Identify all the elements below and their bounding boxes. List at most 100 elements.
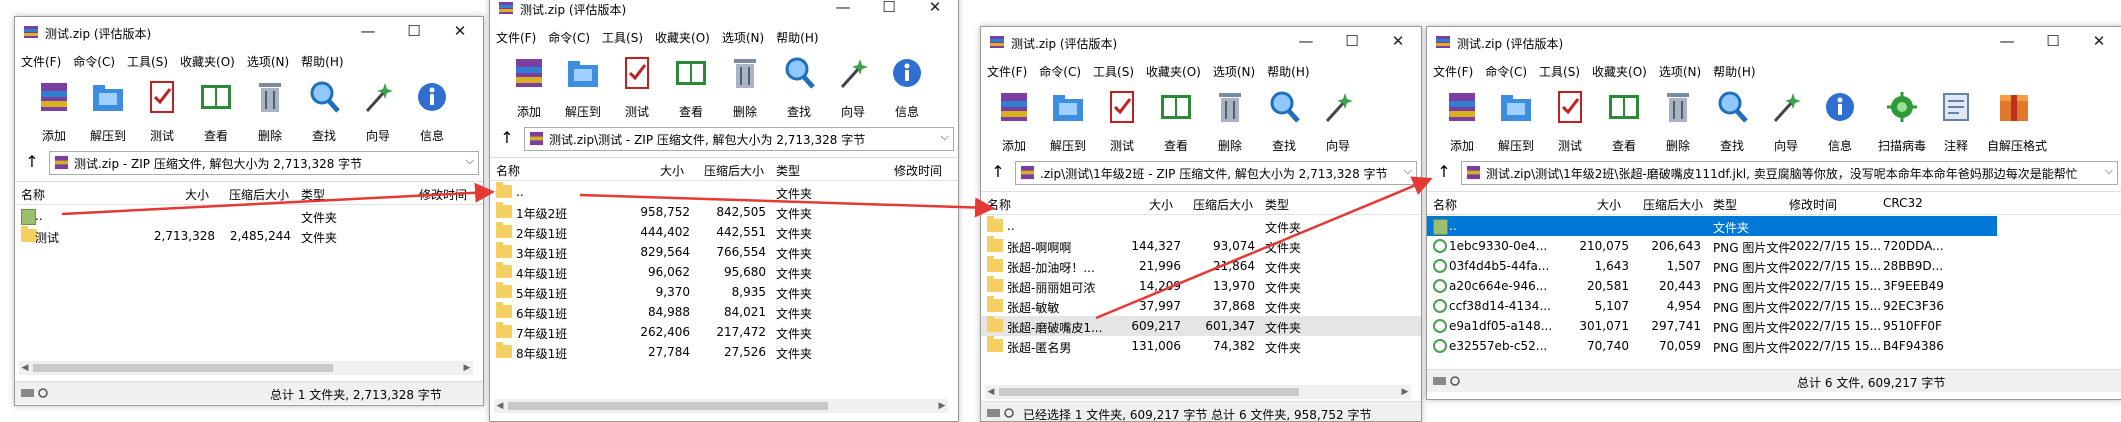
- table-row[interactable]: e32557eb-c52... 70,740 70,059 PNG 图片文件 2022/…: [1427, 336, 2121, 356]
- col-modified[interactable]: 修改时间: [419, 186, 467, 203]
- col-type[interactable]: 类型: [1713, 196, 1737, 213]
- up-level-button[interactable]: ↑: [494, 127, 520, 149]
- table-row[interactable]: 4年级1班 96,062 95,680 文件夹: [490, 262, 958, 282]
- scroll-right-icon[interactable]: ▶: [1399, 385, 1411, 399]
- menu-tools[interactable]: 工具(S): [596, 27, 649, 48]
- col-size[interactable]: 大小: [1149, 196, 1173, 213]
- menu-options[interactable]: 选项(N): [716, 27, 770, 48]
- menu-favorites[interactable]: 收藏夹(O): [1586, 61, 1653, 82]
- maximize-button[interactable]: ☐: [1329, 27, 1375, 57]
- menu-help[interactable]: 帮助(H): [295, 51, 349, 72]
- find-button[interactable]: 查找: [1705, 85, 1759, 155]
- up-level-button[interactable]: ↑: [1431, 161, 1457, 183]
- close-button[interactable]: ✕: [912, 0, 958, 23]
- table-row[interactable]: 张超-丽丽姐可浓 14,209 13,970 文件夹: [981, 276, 1421, 296]
- horizontal-scrollbar[interactable]: ◀ ▶: [494, 399, 948, 413]
- add-button[interactable]: 添加: [1435, 85, 1489, 155]
- col-name[interactable]: 名称: [987, 196, 1011, 213]
- scroll-thumb[interactable]: [33, 364, 333, 372]
- close-button[interactable]: ✕: [437, 17, 483, 47]
- col-name[interactable]: 名称: [21, 186, 45, 203]
- title-bar[interactable]: 测试.zip (评估版本) — ☐ ✕: [15, 17, 483, 47]
- add-button[interactable]: 添加: [502, 51, 556, 121]
- delete-button[interactable]: 删除: [1203, 85, 1257, 155]
- col-name[interactable]: 名称: [1433, 196, 1457, 213]
- wizard-button[interactable]: 向导: [826, 51, 880, 121]
- parent-row-selected[interactable]: .. 文件夹: [1427, 216, 1997, 236]
- menu-file[interactable]: 文件(F): [1427, 61, 1479, 82]
- find-button[interactable]: 查找: [772, 51, 826, 121]
- path-field[interactable]: 测试.zip\测试 - ZIP 压缩文件, 解包大小为 2,713,328 字节…: [524, 127, 954, 151]
- title-bar[interactable]: 测试.zip (评估版本) — ☐ ✕: [1427, 27, 2121, 57]
- table-row[interactable]: 7年级1班 262,406 217,472 文件夹: [490, 322, 958, 342]
- comment-button[interactable]: 注释: [1929, 85, 1983, 155]
- scroll-thumb[interactable]: [999, 388, 1299, 396]
- title-bar[interactable]: 测试.zip (评估版本) — ☐ ✕: [490, 0, 958, 23]
- sfx-button[interactable]: 自解压格式: [1987, 85, 2047, 155]
- menu-command[interactable]: 命令(C): [67, 51, 121, 72]
- test-button[interactable]: 测试: [1543, 85, 1597, 155]
- table-row-selected[interactable]: 张超-磨破嘴皮1... 609,217 601,347 文件夹: [981, 316, 1421, 336]
- path-field[interactable]: 测试.zip - ZIP 压缩文件, 解包大小为 2,713,328 字节 ⌵: [49, 151, 479, 175]
- minimize-button[interactable]: —: [345, 17, 391, 47]
- find-button[interactable]: 查找: [297, 75, 351, 145]
- close-button[interactable]: ✕: [2076, 27, 2121, 57]
- menu-tools[interactable]: 工具(S): [1087, 61, 1140, 82]
- parent-row[interactable]: .. 文件夹: [15, 206, 483, 226]
- extract-to-button[interactable]: 解压到: [556, 51, 610, 121]
- view-button[interactable]: 查看: [664, 51, 718, 121]
- wizard-button[interactable]: 向导: [1311, 85, 1365, 155]
- table-row[interactable]: 8年级1班 27,784 27,526 文件夹: [490, 342, 958, 362]
- path-field[interactable]: .zip\测试\1年级2班 - ZIP 压缩文件, 解包大小为 2,713,32…: [1015, 161, 1417, 185]
- col-packed[interactable]: 压缩后大小: [1193, 196, 1253, 213]
- menu-tools[interactable]: 工具(S): [1533, 61, 1586, 82]
- minimize-button[interactable]: —: [1984, 27, 2030, 57]
- delete-button[interactable]: 删除: [718, 51, 772, 121]
- menu-file[interactable]: 文件(F): [15, 51, 67, 72]
- menu-options[interactable]: 选项(N): [1653, 61, 1707, 82]
- table-row[interactable]: 张超-匿名男 131,006 74,382 文件夹: [981, 336, 1421, 356]
- extract-to-button[interactable]: 解压到: [1489, 85, 1543, 155]
- view-button[interactable]: 查看: [1597, 85, 1651, 155]
- table-row[interactable]: a20c664e-946... 20,581 20,443 PNG 图片文件 2022/…: [1427, 276, 2121, 296]
- table-row[interactable]: 03f4d4b5-44fa... 1,643 1,507 PNG 图片文件 2022/7…: [1427, 256, 2121, 276]
- extract-to-button[interactable]: 解压到: [81, 75, 135, 145]
- col-name[interactable]: 名称: [496, 162, 520, 179]
- minimize-button[interactable]: —: [820, 0, 866, 23]
- col-type[interactable]: 类型: [776, 162, 800, 179]
- title-bar[interactable]: 测试.zip (评估版本) — ☐ ✕: [981, 27, 1421, 57]
- col-type[interactable]: 类型: [301, 186, 325, 203]
- col-packed[interactable]: 压缩后大小: [1643, 196, 1703, 213]
- add-button[interactable]: 添加: [27, 75, 81, 145]
- scroll-left-icon[interactable]: ◀: [494, 399, 506, 413]
- delete-button[interactable]: 删除: [243, 75, 297, 145]
- parent-row[interactable]: .. 文件夹: [490, 182, 958, 202]
- col-size[interactable]: 大小: [185, 186, 209, 203]
- menu-favorites[interactable]: 收藏夹(O): [649, 27, 716, 48]
- table-row[interactable]: 张超-敏敏 37,997 37,868 文件夹: [981, 296, 1421, 316]
- col-modified[interactable]: 修改时间: [1789, 196, 1837, 213]
- chevron-down-icon[interactable]: ⌵: [466, 154, 474, 168]
- menu-favorites[interactable]: 收藏夹(O): [174, 51, 241, 72]
- menu-options[interactable]: 选项(N): [1207, 61, 1261, 82]
- menu-options[interactable]: 选项(N): [241, 51, 295, 72]
- add-button[interactable]: 添加: [987, 85, 1041, 155]
- chevron-down-icon[interactable]: ⌵: [1404, 164, 1412, 178]
- horizontal-scrollbar[interactable]: ◀ ▶: [19, 361, 473, 375]
- chevron-down-icon[interactable]: ⌵: [2105, 164, 2113, 178]
- up-level-button[interactable]: ↑: [19, 151, 45, 173]
- table-row[interactable]: 1ebc9330-0e4... 210,075 206,643 PNG 图片文件 202…: [1427, 236, 2121, 256]
- table-row[interactable]: 张超-加油呀！... 21,996 21,864 文件夹: [981, 256, 1421, 276]
- table-row[interactable]: ccf38d14-4134... 5,107 4,954 PNG 图片文件 2022/7…: [1427, 296, 2121, 316]
- delete-button[interactable]: 删除: [1651, 85, 1705, 155]
- table-row[interactable]: 6年级1班 84,988 84,021 文件夹: [490, 302, 958, 322]
- info-button[interactable]: 信息: [405, 75, 459, 145]
- menu-help[interactable]: 帮助(H): [770, 27, 824, 48]
- chevron-down-icon[interactable]: ⌵: [941, 130, 949, 144]
- close-button[interactable]: ✕: [1375, 27, 1421, 57]
- scroll-thumb[interactable]: [508, 402, 828, 410]
- table-row[interactable]: 3年级1班 829,564 766,554 文件夹: [490, 242, 958, 262]
- wizard-button[interactable]: 向导: [351, 75, 405, 145]
- maximize-button[interactable]: ☐: [866, 0, 912, 23]
- table-row[interactable]: 张超-啊啊啊 144,327 93,074 文件夹: [981, 236, 1421, 256]
